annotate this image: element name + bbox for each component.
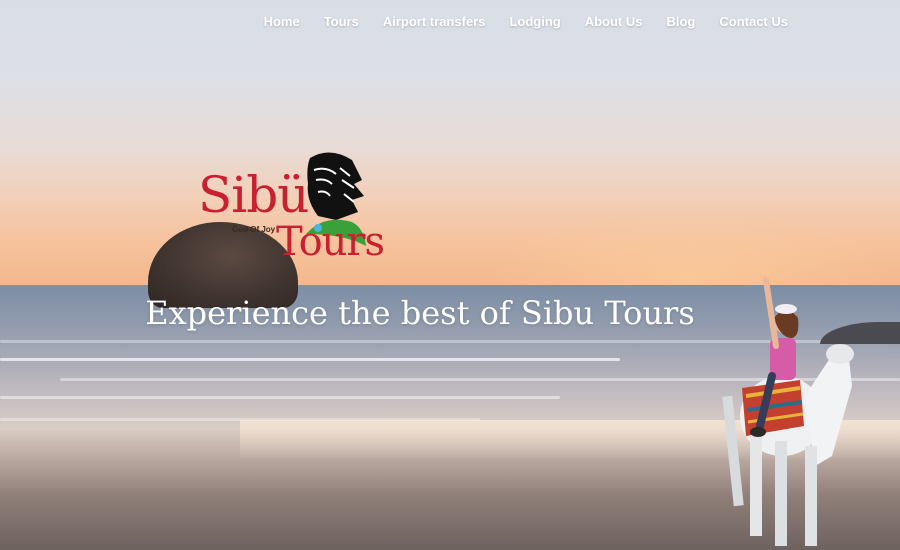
wave-line	[0, 396, 560, 399]
nav-lodging[interactable]: Lodging	[497, 14, 572, 29]
nav-tours[interactable]: Tours	[312, 14, 371, 29]
nav-blog[interactable]: Blog	[654, 14, 707, 29]
logo-wordmark-tours: Tours	[276, 219, 385, 265]
main-nav: Home Tours Airport transfers Lodging Abo…	[252, 0, 900, 42]
nav-about-us[interactable]: About Us	[573, 14, 655, 29]
nav-contact-us[interactable]: Contact Us	[707, 14, 800, 29]
nav-airport-transfers[interactable]: Airport transfers	[371, 14, 498, 29]
site-logo[interactable]: Sibü God Of Joy Tours	[196, 150, 385, 265]
wave-line	[0, 358, 620, 361]
logo-wordmark-sibu: Sibü	[198, 166, 309, 224]
hero-title: Experience the best of Sibu Tours	[145, 294, 695, 332]
hero-background	[0, 0, 900, 550]
nav-home[interactable]: Home	[252, 14, 312, 29]
logo-tagline: God Of Joy	[232, 225, 276, 234]
